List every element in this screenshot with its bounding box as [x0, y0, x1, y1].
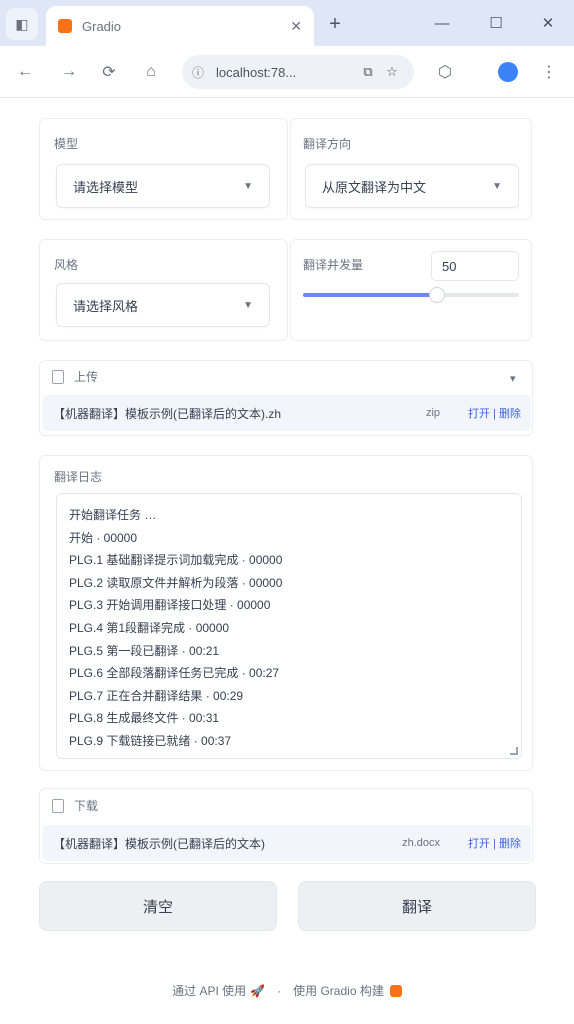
log-line: PLG.9 下载链接已就绪 · 00:37	[69, 733, 232, 748]
reload-icon[interactable]: ⟳	[96, 59, 122, 85]
concurrency-slider[interactable]	[303, 287, 519, 303]
translate-icon[interactable]: ⧉	[356, 64, 380, 80]
site-info-icon[interactable]: ⓘ	[192, 64, 210, 81]
chevron-down-icon: ▼	[243, 180, 253, 192]
upload-file-size: zip	[425, 407, 441, 419]
clear-button[interactable]: 清空	[39, 881, 277, 931]
tab-search-icon[interactable]: ◧	[6, 8, 38, 40]
download-file-row: 【机器翻译】模板示例(已翻译后的文本) zh.docx 打开 | 删除	[43, 825, 531, 861]
log-line: PLG.3 开始调用翻译接口处理 · 00000	[69, 598, 271, 613]
download-file-size: zh.docx	[402, 837, 441, 849]
footer: 通过 API 使用 🚀 · 使用 Gradio 构建	[0, 982, 574, 999]
style-label: 风格	[54, 258, 79, 272]
maximize-icon[interactable]: ☐	[482, 12, 510, 34]
slider-thumb[interactable]	[428, 287, 445, 303]
back-arrow-icon[interactable]: ←	[12, 59, 38, 85]
window-close-icon[interactable]: ✕	[534, 12, 562, 34]
chevron-down-icon: ▼	[492, 180, 502, 192]
resize-grip-icon[interactable]	[510, 747, 518, 755]
file-icon	[52, 369, 64, 384]
log-line: PLG.2 读取原文件并解析为段落 · 00000	[69, 575, 283, 590]
chevron-down-icon: ▼	[243, 299, 253, 311]
url-text[interactable]: localhost:78...	[216, 65, 356, 80]
style-dropdown[interactable]: 请选择风格 ▼	[56, 283, 270, 327]
download-label: 下载	[74, 799, 99, 813]
direction-label: 翻译方向	[303, 137, 352, 151]
bookmark-star-icon[interactable]: ☆	[380, 64, 404, 80]
collapse-chevron-icon[interactable]: ▾	[510, 372, 516, 385]
upload-file-row: 【机器翻译】模板示例(已翻译后的文本).zh zip 打开 | 删除	[43, 395, 531, 431]
log-label: 翻译日志	[54, 470, 103, 484]
log-line: PLG.8 生成最终文件 · 00:31	[69, 711, 220, 726]
download-header: 下载	[52, 797, 98, 814]
upload-file-actions[interactable]: 打开 | 删除	[468, 405, 521, 421]
minimize-icon[interactable]: —	[428, 12, 456, 34]
browser-tabbar: ◧ Gradio ✕ + — ☐ ✕	[0, 0, 574, 46]
browser-toolbar: ← → ⟳ ⌂ ⓘ localhost:78... ⧉ ☆ ⬡ ⋮	[0, 46, 574, 98]
tab-close-icon[interactable]: ✕	[290, 18, 302, 35]
api-link[interactable]: 通过 API 使用	[172, 982, 246, 999]
forward-arrow-icon[interactable]: →	[56, 59, 82, 85]
model-label: 模型	[54, 137, 79, 151]
direction-value: 从原文翻译为中文	[322, 179, 427, 195]
browser-tab[interactable]: Gradio ✕	[46, 6, 314, 46]
menu-kebab-icon[interactable]: ⋮	[536, 59, 562, 85]
log-lines: 开始翻译任务 … 开始 · 00000 PLG.1 基础翻译提示词加载完成 · 00…	[69, 506, 509, 755]
concurrency-label: 翻译并发量	[303, 258, 364, 272]
direction-dropdown[interactable]: 从原文翻译为中文 ▼	[305, 164, 519, 208]
log-line: PLG.7 正在合并翻译结果 · 00:29	[69, 688, 244, 703]
home-icon[interactable]: ⌂	[138, 59, 164, 85]
model-dropdown[interactable]: 请选择模型 ▼	[56, 164, 270, 208]
gradio-logo-icon	[389, 984, 402, 997]
concurrency-number-input[interactable]: 50	[431, 251, 519, 281]
new-tab-button[interactable]: +	[322, 12, 348, 36]
upload-header: 上传	[52, 368, 98, 385]
gradio-favicon-icon	[58, 19, 72, 33]
log-line: PLG.1 基础翻译提示词加载完成 · 00000	[69, 553, 283, 568]
log-line: 开始翻译任务 …	[69, 508, 157, 522]
extensions-icon[interactable]: ⬡	[432, 59, 458, 85]
log-line: 开始 · 00000	[69, 530, 138, 545]
footer-separator: ·	[277, 983, 282, 998]
built-with-gradio-link[interactable]: 使用 Gradio 构建	[293, 982, 384, 999]
submit-button[interactable]: 翻译	[298, 881, 536, 931]
upload-label: 上传	[74, 370, 99, 384]
address-bar[interactable]: ⓘ localhost:78... ⧉ ☆	[182, 55, 414, 89]
upload-file-name: 【机器翻译】模板示例(已翻译后的文本).zh	[53, 406, 282, 421]
tab-title: Gradio	[82, 18, 122, 34]
download-file-actions[interactable]: 打开 | 删除	[468, 835, 521, 851]
log-line: PLG.5 第一段已翻译 · 00:21	[69, 643, 220, 658]
rocket-icon: 🚀	[250, 983, 266, 998]
log-line: PLG.4 第1段翻译完成 · 00000	[69, 620, 230, 635]
profile-avatar-icon[interactable]	[498, 62, 518, 82]
file-icon	[52, 798, 64, 813]
slider-fill	[303, 293, 437, 297]
log-textarea[interactable]: 开始翻译任务 … 开始 · 00000 PLG.1 基础翻译提示词加载完成 · 00…	[56, 493, 522, 759]
log-line: PLG.6 全部段落翻译任务已完成 · 00:27	[69, 666, 280, 681]
download-file-name: 【机器翻译】模板示例(已翻译后的文本)	[53, 836, 265, 851]
style-value: 请选择风格	[73, 298, 139, 314]
model-value: 请选择模型	[73, 179, 139, 195]
